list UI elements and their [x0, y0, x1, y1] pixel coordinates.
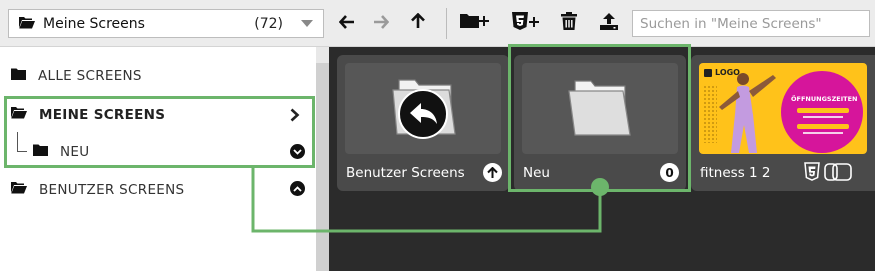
thumbnail-line — [803, 116, 843, 118]
html5-icon — [804, 162, 820, 185]
html5-plus-icon — [511, 11, 541, 35]
thumbnail-heading: ÖFFNUNGSZEITEN — [791, 95, 858, 103]
folder-card-benutzer-screens[interactable]: Benutzer Screens — [337, 55, 509, 191]
thumbnail-bar — [797, 124, 849, 129]
chevron-up-circle-icon[interactable] — [290, 181, 305, 196]
folder-select[interactable]: Meine Screens (72) — [8, 9, 324, 38]
screen-thumbnail: LOGO ÖFFNUNGSZEITEN — [699, 63, 867, 154]
arrow-left-icon — [338, 14, 355, 33]
card-title: Benutzer Screens — [346, 165, 465, 181]
folder-icon — [11, 68, 26, 84]
folder-plus-icon — [460, 12, 492, 34]
upload-button[interactable] — [598, 12, 620, 34]
card-title: fitness 1 2 — [700, 165, 771, 181]
folder-thumbnail — [345, 63, 501, 154]
search-input[interactable] — [632, 10, 870, 37]
arrow-up-circle-icon[interactable] — [483, 163, 502, 182]
tree-item-benutzer-screens[interactable]: BENUTZER SCREENS — [11, 181, 184, 198]
display-toggle-icon[interactable] — [824, 163, 852, 185]
new-folder-button[interactable] — [460, 12, 492, 34]
tree-item-label: ALLE SCREENS — [38, 68, 142, 84]
folder-select-label: Meine Screens — [43, 15, 145, 32]
thumbnail-bar — [797, 108, 849, 113]
arrow-up-icon — [411, 12, 425, 33]
tree-item-label: BENUTZER SCREENS — [39, 181, 185, 198]
delete-button[interactable] — [558, 12, 580, 34]
sidebar-scrollbar-thumb[interactable] — [316, 47, 329, 63]
thumbnail-figure — [713, 67, 793, 154]
card-highlight — [508, 44, 691, 192]
folder-select-count: (72) — [254, 15, 283, 32]
trash-icon — [561, 12, 577, 34]
chevron-down-icon[interactable] — [301, 20, 313, 27]
sidebar-highlight — [4, 96, 315, 168]
arrow-right-icon — [373, 14, 390, 33]
thumbnail-line — [803, 132, 843, 134]
back-button[interactable] — [336, 12, 358, 34]
forward-button[interactable] — [370, 12, 392, 34]
sidebar-scrollbar[interactable] — [316, 47, 329, 271]
up-button[interactable] — [407, 12, 429, 34]
open-folder-icon — [19, 14, 35, 33]
screen-card-fitness[interactable]: LOGO ÖFFNUNGSZEITEN fitness 1 2 — [691, 55, 875, 191]
tree-item-alle-screens[interactable]: ALLE SCREENS — [11, 68, 142, 84]
new-html5-button[interactable] — [511, 12, 541, 34]
open-folder-icon — [11, 181, 27, 198]
upload-icon — [600, 12, 618, 34]
screen-manager-app: Meine Screens (72) Suchen in "Meine Scre… — [0, 0, 875, 271]
toolbar-separator — [446, 8, 447, 39]
toolbar: Meine Screens (72) — [0, 0, 875, 47]
folder-back-icon — [389, 72, 459, 148]
